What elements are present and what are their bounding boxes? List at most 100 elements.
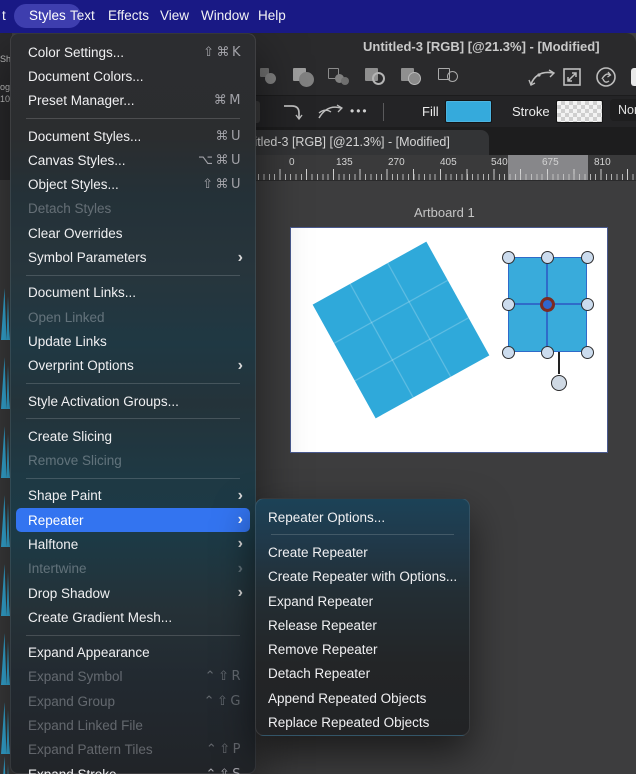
menu-item-create-repeater-with-options[interactable]: Create Repeater with Options... <box>256 565 469 589</box>
menu-separator <box>26 478 240 479</box>
curve-handles-icon[interactable] <box>528 66 556 93</box>
pathfinder-divide-icon[interactable] <box>400 67 424 87</box>
menu-bar-item-text[interactable]: Text <box>70 8 95 23</box>
chevron-right-icon: › <box>238 358 243 374</box>
menu-bar-item-view[interactable]: View <box>160 8 189 23</box>
menu-item-create-gradient-mesh[interactable]: Create Gradient Mesh... <box>11 605 255 629</box>
styles-menu-panel: Color Settings...⇧⌘K Document Colors... Pr… <box>10 33 256 774</box>
menu-bar-item-window[interactable]: Window <box>201 8 249 23</box>
menu-item-shortcut: ⌘U <box>215 129 243 144</box>
ruler-label: 270 <box>388 157 405 168</box>
menu-item-expand-linked-file: Expand Linked File <box>11 713 255 737</box>
menu-bar-item-effects[interactable]: Effects <box>108 8 149 23</box>
menu-item-clear-overrides[interactable]: Clear Overrides <box>11 221 255 245</box>
pathfinder-intersect-icon[interactable] <box>259 67 283 87</box>
menu-item-label: Create Gradient Mesh... <box>28 610 172 625</box>
menu-item-repeater[interactable]: Repeater› <box>16 508 250 532</box>
menu-bar-clipped-item: t <box>2 8 6 23</box>
menu-item-canvas-styles[interactable]: Canvas Styles...⌥⌘U <box>11 148 255 172</box>
handle-bottom-right[interactable] <box>581 346 594 359</box>
menu-item-object-styles[interactable]: Object Styles...⇧⌘U <box>11 172 255 196</box>
menu-item-shortcut: ⌘M <box>214 93 243 108</box>
menu-item-halftone[interactable]: Halftone› <box>11 532 255 556</box>
menu-item-expand-repeater[interactable]: Expand Repeater <box>256 589 469 613</box>
menu-item-shape-paint[interactable]: Shape Paint › <box>11 484 255 508</box>
handle-mid-right[interactable] <box>581 298 594 311</box>
menu-item-release-repeater[interactable]: Release Repeater <box>256 613 469 637</box>
menu-item-label: Document Links... <box>28 285 136 300</box>
menu-item-label: Remove Slicing <box>28 453 122 468</box>
menu-item-label: Intertwine <box>28 561 87 576</box>
menu-item-label: Append Repeated Objects <box>268 691 426 706</box>
scale-transform-icon[interactable] <box>562 67 582 92</box>
rotation-handle-stem <box>558 352 560 374</box>
menu-item-label: Expand Group <box>28 694 115 709</box>
menu-item-label: Create Slicing <box>28 429 112 444</box>
ruler-label: 135 <box>336 157 353 168</box>
stroke-color-swatch[interactable] <box>556 100 603 123</box>
clipped-toolbar-icon <box>631 68 636 86</box>
handle-top-left[interactable] <box>502 251 515 264</box>
menu-item-remove-repeater[interactable]: Remove Repeater <box>256 637 469 661</box>
menu-item-preset-manager[interactable]: Preset Manager...⌘M <box>11 89 255 113</box>
menu-item-label: Repeater Options... <box>268 510 385 525</box>
menu-item-label: Symbol Parameters <box>28 250 147 265</box>
ruler-label: 0 <box>289 157 295 168</box>
menu-item-expand-symbol: Expand Symbol⌃⇧R <box>11 665 255 689</box>
menu-item-document-styles[interactable]: Document Styles... ⌘U <box>11 124 255 148</box>
menu-item-replace-repeated-objects[interactable]: Replace Repeated Objects <box>256 710 469 734</box>
window-title: Untitled-3 [RGB] [@21.3%] - [Modified] <box>363 39 600 54</box>
fill-color-swatch[interactable] <box>445 100 492 123</box>
menu-item-detach-repeater[interactable]: Detach Repeater <box>256 662 469 686</box>
menu-item-label: Shape Paint <box>28 488 102 503</box>
corner-radius-icon[interactable] <box>282 102 304 127</box>
menu-item-expand-appearance[interactable]: Expand Appearance <box>11 641 255 665</box>
rotate-cycle-icon[interactable] <box>595 66 617 93</box>
menu-item-label: Document Styles... <box>28 129 141 144</box>
menu-bar-item-help[interactable]: Help <box>258 8 286 23</box>
blend-mode-dropdown[interactable]: Nor <box>610 99 636 121</box>
artboard-label[interactable]: Artboard 1 <box>414 205 475 220</box>
menu-item-label: Document Colors... <box>28 69 144 84</box>
menu-item-label: Expand Stroke <box>28 767 117 774</box>
rotation-handle[interactable] <box>551 375 567 391</box>
handle-top-right[interactable] <box>581 251 594 264</box>
menu-item-create-slicing[interactable]: Create Slicing <box>11 424 255 448</box>
more-options-icon[interactable]: ••• <box>350 104 369 118</box>
document-tab[interactable]: ntitled-3 [RGB] [@21.3%] - [Modified] <box>238 130 489 155</box>
handle-center-origin[interactable] <box>540 297 555 312</box>
smooth-curve-icon[interactable] <box>317 102 343 127</box>
menu-item-shortcut: ⌃⇧G <box>204 694 243 709</box>
handle-bottom-left[interactable] <box>502 346 515 359</box>
menu-item-update-links[interactable]: Update Links <box>11 329 255 353</box>
menu-item-expand-stroke[interactable]: Expand Stroke⌃⇧S <box>11 762 255 774</box>
menu-item-symbol-parameters[interactable]: Symbol Parameters › <box>11 245 255 269</box>
toolbar-divider <box>383 103 384 121</box>
menu-item-repeater-options[interactable]: Repeater Options... <box>256 505 469 529</box>
pathfinder-union-icon[interactable] <box>292 67 316 87</box>
menu-item-document-colors[interactable]: Document Colors... <box>11 64 255 88</box>
handle-top-center[interactable] <box>541 251 554 264</box>
menu-item-overprint-options[interactable]: Overprint Options› <box>11 354 255 378</box>
menu-item-document-links[interactable]: Document Links... <box>11 281 255 305</box>
menu-item-expand-pattern-tiles: Expand Pattern Tiles⌃⇧P <box>11 738 255 762</box>
handle-bottom-center[interactable] <box>541 346 554 359</box>
chevron-right-icon: › <box>238 250 243 266</box>
menu-item-label: Expand Repeater <box>268 594 373 609</box>
menu-item-create-repeater[interactable]: Create Repeater <box>256 540 469 564</box>
chevron-right-icon: › <box>238 536 243 552</box>
stroke-label: Stroke <box>512 104 550 119</box>
menu-item-label: Detach Styles <box>28 201 111 216</box>
handle-mid-left[interactable] <box>502 298 515 311</box>
pathfinder-exclude-icon[interactable] <box>327 67 351 87</box>
menu-item-color-settings[interactable]: Color Settings...⇧⌘K <box>11 40 255 64</box>
pathfinder-outline-icon[interactable] <box>437 67 461 87</box>
menu-separator <box>26 275 240 276</box>
chevron-right-icon: › <box>238 488 243 504</box>
menu-item-append-repeated-objects[interactable]: Append Repeated Objects <box>256 686 469 710</box>
pathfinder-subtract-icon[interactable] <box>364 67 388 87</box>
menu-item-label: Drop Shadow <box>28 586 110 601</box>
menu-item-style-activation-groups[interactable]: Style Activation Groups... <box>11 389 255 413</box>
menu-item-drop-shadow[interactable]: Drop Shadow› <box>11 581 255 605</box>
app-screen: Sh og 10 Untitled-3 [RGB] [@21.3%] - [Mo… <box>0 0 636 774</box>
